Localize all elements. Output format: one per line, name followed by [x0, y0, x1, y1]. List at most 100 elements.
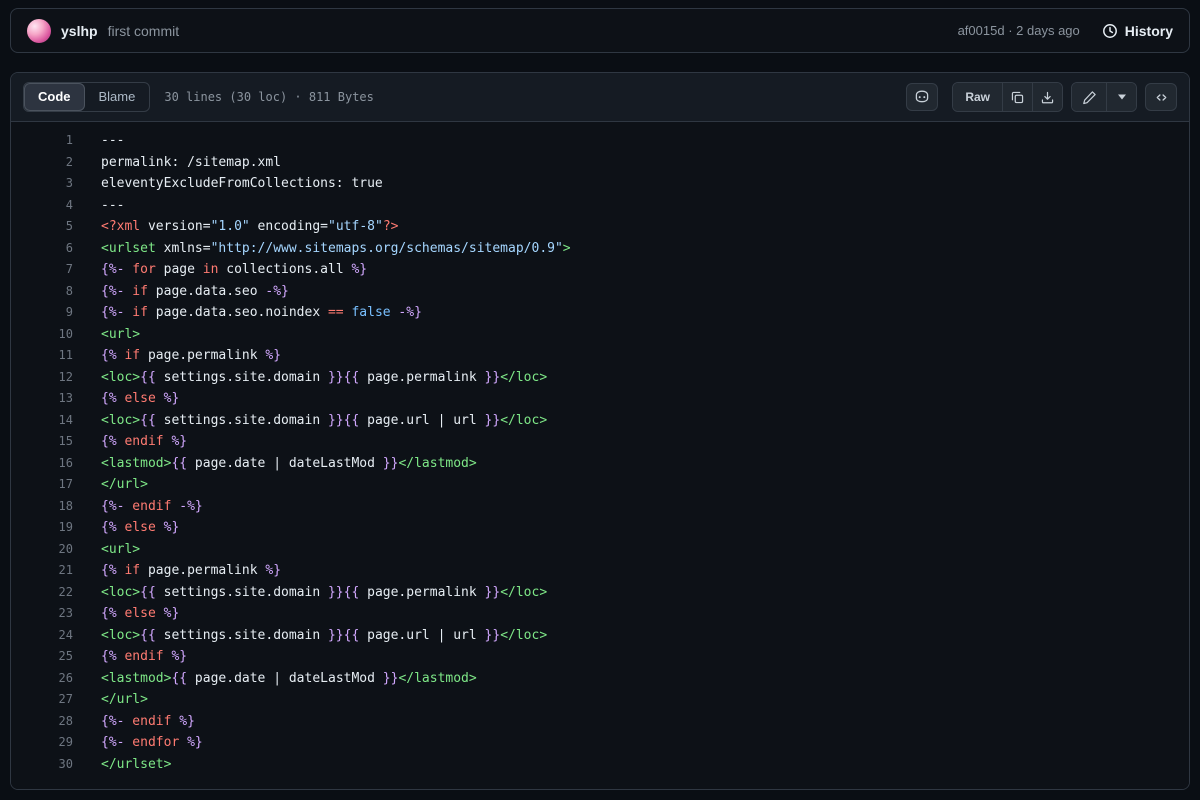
code-text: {% else %}: [101, 520, 180, 535]
line-number[interactable]: 2: [11, 152, 73, 174]
line-number[interactable]: 3: [11, 173, 73, 195]
edit-dropdown-button[interactable]: [1106, 83, 1136, 111]
history-label: History: [1124, 22, 1173, 39]
code-line: 13 {% else %}: [11, 388, 1189, 410]
line-number[interactable]: 23: [11, 603, 73, 625]
code-line: 9 {%- if page.data.seo.noindex == false -…: [11, 302, 1189, 324]
code-text: eleventyExcludeFromCollections: true: [101, 176, 383, 191]
line-number[interactable]: 4: [11, 195, 73, 217]
code-text: {%- if page.data.seo.noindex == false -%…: [101, 305, 422, 320]
line-number[interactable]: 29: [11, 732, 73, 754]
file-meta: 30 lines (30 loc) · 811 Bytes: [164, 90, 374, 104]
code-line: 6 <urlset xmlns="http://www.sitemaps.org/…: [11, 238, 1189, 260]
code-text: {% else %}: [101, 391, 180, 406]
line-number[interactable]: 7: [11, 259, 73, 281]
code-text: </url>: [101, 477, 148, 492]
code-line: 7 {%- for page in collections.all %}: [11, 259, 1189, 281]
code-text: {% endif %}: [101, 649, 188, 664]
code-line: 16 <lastmod>{{ page.date | dateLastMod }}…: [11, 453, 1189, 475]
code-line: 24 <loc>{{ settings.site.domain }}{{ page…: [11, 625, 1189, 647]
code-line: 29 {%- endfor %}: [11, 732, 1189, 754]
code-line: 20 <url>: [11, 539, 1189, 561]
line-number[interactable]: 25: [11, 646, 73, 668]
file-actions: Raw: [906, 82, 1177, 112]
line-number[interactable]: 30: [11, 754, 73, 776]
tab-blame[interactable]: Blame: [85, 83, 150, 111]
code-line: 12 <loc>{{ settings.site.domain }}{{ page…: [11, 367, 1189, 389]
code-text: <loc>{{ settings.site.domain }}{{ page.u…: [101, 627, 548, 643]
code-text: </urlset>: [101, 756, 172, 772]
line-number[interactable]: 18: [11, 496, 73, 518]
download-button[interactable]: [1032, 83, 1062, 111]
code-text: {%- if page.data.seo -%}: [101, 283, 289, 299]
code-line: 4 ---: [11, 195, 1189, 217]
line-number[interactable]: 16: [11, 453, 73, 475]
line-number[interactable]: 11: [11, 345, 73, 367]
line-number[interactable]: 19: [11, 517, 73, 539]
symbols-button[interactable]: [1145, 83, 1177, 111]
code-text: {% else %}: [101, 606, 180, 621]
line-number[interactable]: 6: [11, 238, 73, 260]
code-line: 18 {%- endif -%}: [11, 496, 1189, 518]
code-line: 11 {% if page.permalink %}: [11, 345, 1189, 367]
code-line: 28 {%- endif %}: [11, 711, 1189, 733]
line-number[interactable]: 21: [11, 560, 73, 582]
line-number[interactable]: 14: [11, 410, 73, 432]
copy-button[interactable]: [1002, 83, 1032, 111]
line-number[interactable]: 26: [11, 668, 73, 690]
line-number[interactable]: 20: [11, 539, 73, 561]
history-button[interactable]: History: [1102, 23, 1173, 39]
line-number[interactable]: 17: [11, 474, 73, 496]
code-text: ---: [101, 133, 125, 148]
code-line: 25 {% endif %}: [11, 646, 1189, 668]
code-text: {% if page.permalink %}: [101, 348, 282, 363]
code-line: 21 {% if page.permalink %}: [11, 560, 1189, 582]
line-number[interactable]: 5: [11, 216, 73, 238]
line-number[interactable]: 22: [11, 582, 73, 604]
line-number[interactable]: 13: [11, 388, 73, 410]
file-view-card: Code Blame 30 lines (30 loc) · 811 Bytes: [10, 72, 1190, 790]
commit-message[interactable]: first commit: [108, 23, 180, 39]
tab-code[interactable]: Code: [24, 83, 85, 111]
code-line: 14 <loc>{{ settings.site.domain }}{{ page…: [11, 410, 1189, 432]
history-clock-icon: [1102, 23, 1118, 39]
code-line: 5 <?xml version="1.0" encoding="utf-8"?>: [11, 216, 1189, 238]
code-text: <loc>{{ settings.site.domain }}{{ page.p…: [101, 369, 548, 385]
code-text: <loc>{{ settings.site.domain }}{{ page.p…: [101, 584, 548, 600]
chevron-down-icon: [1117, 94, 1126, 100]
line-number[interactable]: 8: [11, 281, 73, 303]
line-number[interactable]: 10: [11, 324, 73, 346]
code-text: {% if page.permalink %}: [101, 563, 282, 578]
code-text: <url>: [101, 541, 141, 557]
commit-author[interactable]: yslhp: [61, 23, 98, 39]
raw-button[interactable]: Raw: [953, 83, 1002, 111]
code-line: 30 </urlset>: [11, 754, 1189, 776]
avatar[interactable]: [27, 18, 51, 43]
file-toolbar: Code Blame 30 lines (30 loc) · 811 Bytes: [11, 73, 1189, 122]
line-number[interactable]: 1: [11, 130, 73, 152]
code-text: {% endif %}: [101, 434, 188, 449]
code-line: 17 </url>: [11, 474, 1189, 496]
line-number[interactable]: 28: [11, 711, 73, 733]
code-line: 22 <loc>{{ settings.site.domain }}{{ page…: [11, 582, 1189, 604]
code-text: {%- endif -%}: [101, 498, 203, 514]
edit-group: [1071, 82, 1137, 112]
commit-sha: af0015d: [957, 23, 1005, 38]
line-number[interactable]: 12: [11, 367, 73, 389]
code-text: {%- endif %}: [101, 713, 195, 729]
line-number[interactable]: 27: [11, 689, 73, 711]
copilot-button[interactable]: [906, 83, 939, 111]
line-number[interactable]: 24: [11, 625, 73, 647]
code-line: 3 eleventyExcludeFromCollections: true: [11, 173, 1189, 195]
github-file-page: yslhp first commit af0015d · 2 days ago …: [0, 0, 1200, 798]
code-text: {%- endfor %}: [101, 735, 203, 750]
download-icon: [1040, 90, 1055, 105]
edit-button[interactable]: [1072, 83, 1106, 111]
code-text: <lastmod>{{ page.date | dateLastMod }}</…: [101, 670, 477, 686]
commit-time: 2 days ago: [1016, 23, 1080, 38]
code-line: 2 permalink: /sitemap.xml: [11, 152, 1189, 174]
code-blame-toggle: Code Blame: [23, 82, 151, 112]
line-number[interactable]: 9: [11, 302, 73, 324]
line-number[interactable]: 15: [11, 431, 73, 453]
commit-header: yslhp first commit af0015d · 2 days ago …: [10, 8, 1190, 53]
